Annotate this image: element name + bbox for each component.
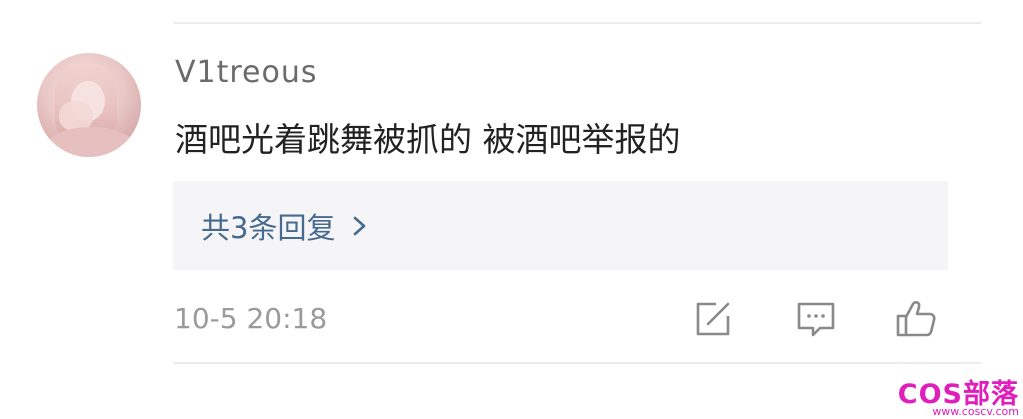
thumbs-up-icon[interactable] (893, 296, 939, 342)
replies-label: 共3条回复 (201, 210, 336, 245)
watermark: COS部落 www.coscv.com (898, 381, 1019, 417)
chevron-right-icon (354, 216, 366, 235)
avatar[interactable] (37, 53, 141, 157)
bottom-divider (173, 362, 981, 364)
watermark-logo: COS部落 (897, 379, 1019, 410)
top-divider (173, 22, 981, 24)
share-icon[interactable] (690, 296, 736, 342)
comment-text: 酒吧光着跳舞被抓的 被酒吧举报的 (175, 120, 681, 159)
comment-icon[interactable] (793, 296, 839, 342)
timestamp: 10-5 20:18 (174, 302, 328, 335)
username[interactable]: V1treous (175, 55, 318, 90)
replies-button[interactable]: 共3条回复 (173, 181, 948, 270)
